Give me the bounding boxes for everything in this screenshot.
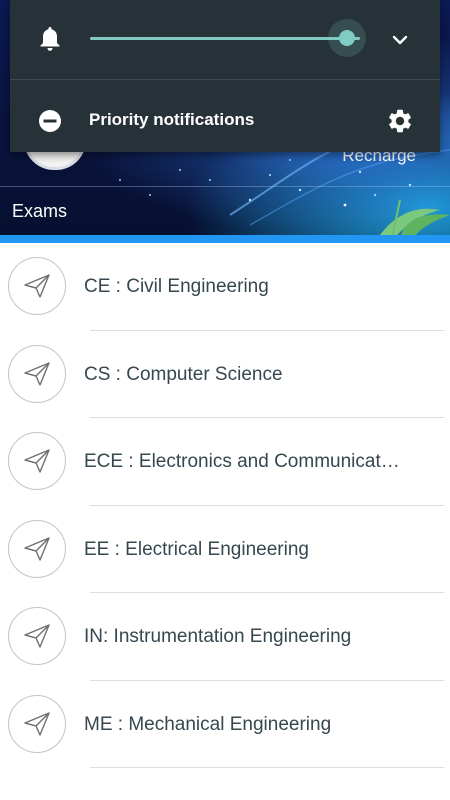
list-item[interactable]: CS : Computer Science [0,331,450,418]
list-item-label: ME : Mechanical Engineering [84,713,332,735]
banner-divider [0,186,450,187]
item-icon-circle [8,607,66,665]
list-item-label: CE : Civil Engineering [84,276,269,297]
notification-shade: Priority notifications [10,0,440,152]
list-item-label: IN: Instrumentation Engineering [84,626,352,647]
paper-plane-icon [24,449,50,473]
volume-slider-thumb[interactable] [338,30,355,46]
volume-slider[interactable] [90,37,360,40]
priority-notifications-label[interactable]: Priority notifications [89,110,254,130]
paper-plane-icon [24,536,50,561]
paper-plane-icon [24,274,50,298]
section-title: Exams [12,201,68,221]
user-name-partial [92,150,172,166]
shade-divider [10,79,440,80]
banner-accent-bar [0,235,450,243]
list-item-label: EE : Electrical Engineering [84,538,309,560]
item-icon-circle [8,432,66,490]
paper-plane-icon [24,711,50,736]
paper-plane-icon [24,361,50,386]
list-item[interactable]: IN: Instrumentation Engineering [0,593,450,681]
list-item[interactable]: ME : Mechanical Engineering [0,681,450,768]
item-icon-circle [8,344,66,403]
list-item[interactable]: EE : Electrical Engineering [0,506,450,593]
list-divider [90,767,444,768]
list-item-label: ECE : Electronics and Communicat… [84,451,400,472]
list-item[interactable]: CE : Civil Engineering [0,243,450,331]
list-item[interactable]: ECE : Electronics and Communicat… [0,418,450,506]
volume-row [10,0,440,79]
list-item-label: CS : Computer Science [84,363,283,385]
item-icon-circle [8,257,66,315]
gear-icon[interactable] [386,107,414,135]
chevron-down-icon[interactable] [390,30,410,50]
exam-list: CE : Civil Engineering CS : Computer Sci… [0,243,450,768]
paper-plane-icon [24,624,50,648]
bell-icon[interactable] [38,25,62,53]
item-icon-circle [8,694,66,753]
minus-circle-icon[interactable] [38,109,62,133]
item-icon-circle [8,519,66,578]
